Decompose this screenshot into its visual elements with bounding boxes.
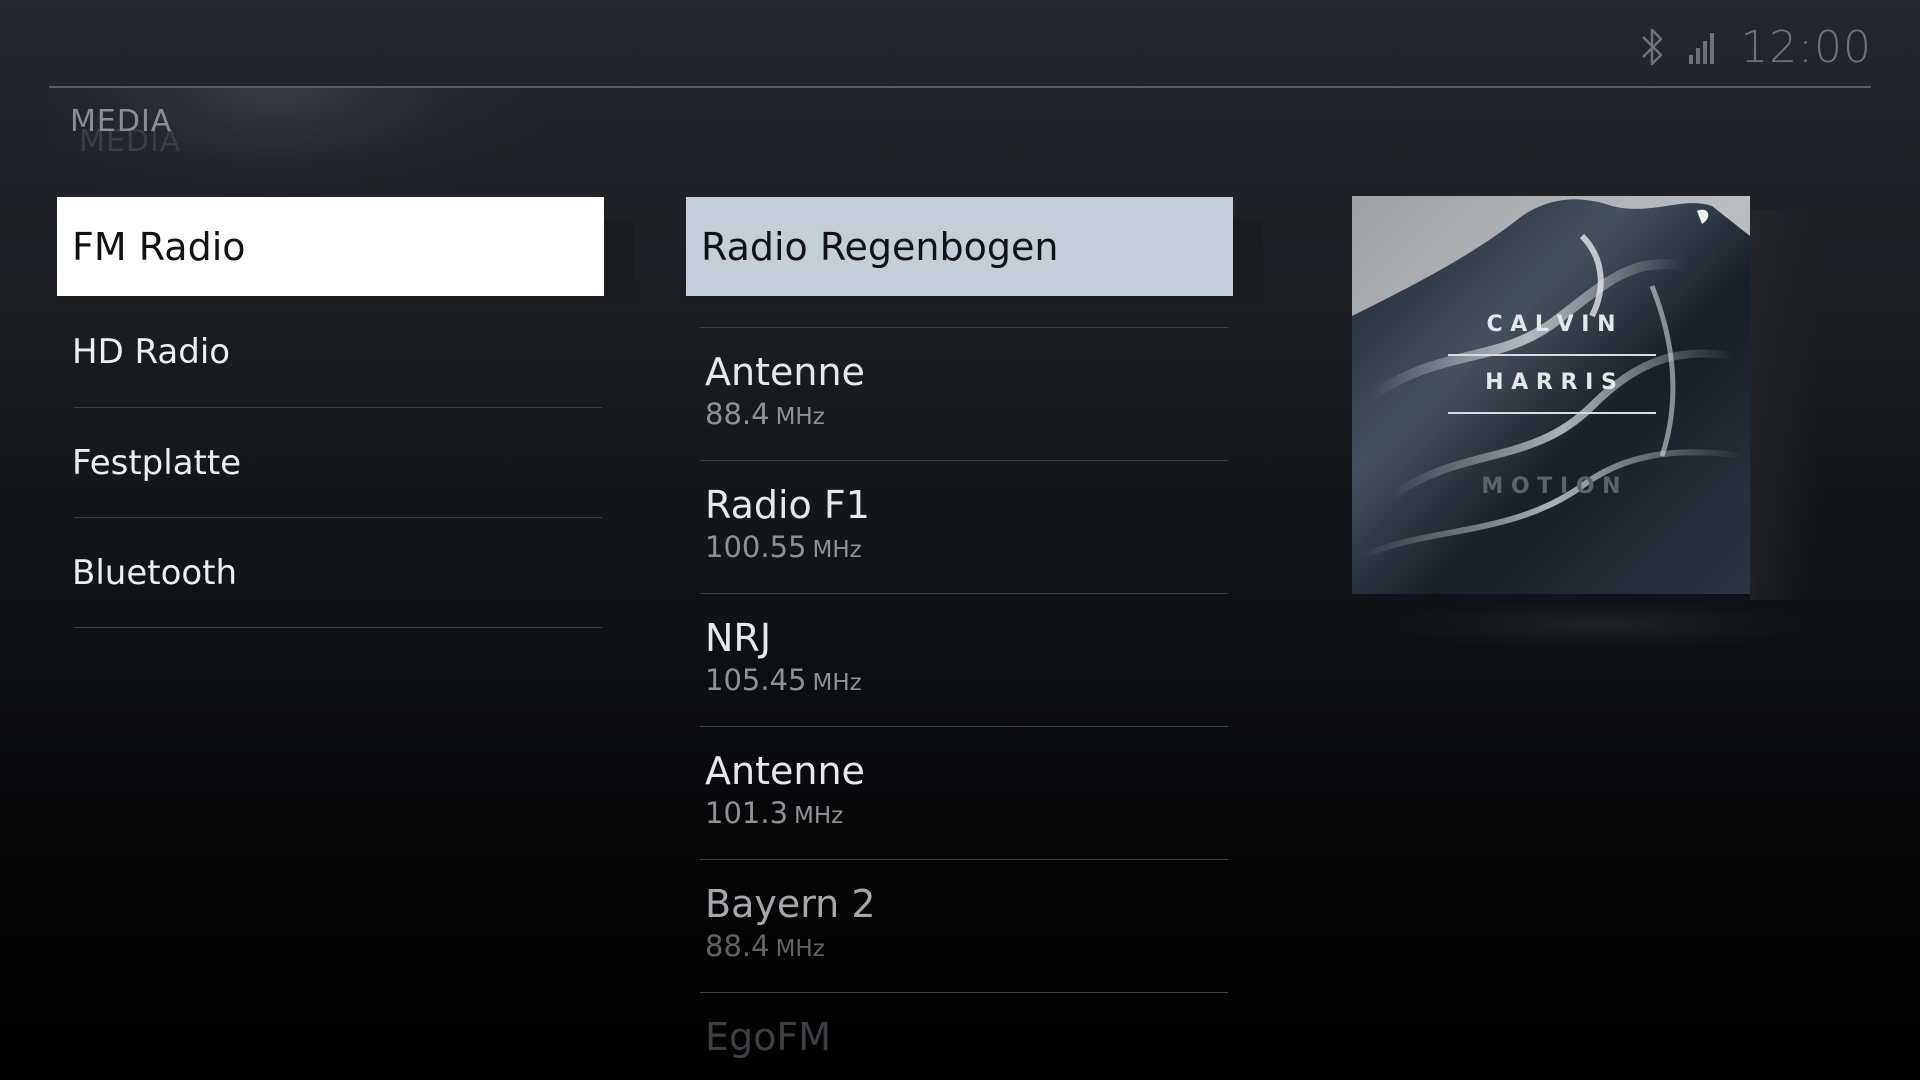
- station-item[interactable]: EgoFM: [700, 992, 1228, 1080]
- album-title: M O T I O N: [1481, 474, 1621, 499]
- source-item-fm-radio[interactable]: FM Radio: [57, 197, 604, 296]
- source-menu: FM Radio HD Radio Festplatte Bluetooth: [57, 197, 604, 628]
- frequency-unit: MHz: [812, 670, 862, 696]
- station-frequency-value: 100.55: [705, 530, 807, 564]
- album-title-rule: [1448, 354, 1656, 356]
- station-name: Antenne: [705, 350, 865, 394]
- album-art-shadow: [1750, 210, 1820, 600]
- album-art-reflection: [1380, 600, 1820, 650]
- current-station-label: Radio Regenbogen: [701, 224, 1059, 269]
- station-item[interactable]: Antenne 88.4 MHz: [700, 327, 1228, 460]
- station-frequency-value: 88.4: [705, 929, 770, 963]
- current-station-label-box[interactable]: Radio Regenbogen: [686, 197, 1233, 296]
- station-item[interactable]: Bayern 2 88.4 MHz: [700, 859, 1228, 992]
- source-item-label: FM Radio: [72, 224, 246, 269]
- station-list: Antenne 88.4 MHz Radio F1 100.55 MHz NRJ 1…: [700, 327, 1228, 1080]
- station-name: Bayern 2: [705, 882, 876, 926]
- source-item-bluetooth[interactable]: Bluetooth: [57, 518, 604, 628]
- media-screen: 12:00 MEDIA MEDIA FM Radio HD Radio Fest…: [0, 0, 1920, 1080]
- divider: [74, 627, 602, 628]
- station-name: EgoFM: [705, 1015, 832, 1059]
- station-frequency: 100.55 MHz: [705, 527, 1228, 570]
- station-item[interactable]: NRJ 105.45 MHz: [700, 593, 1228, 726]
- station-name: Radio F1: [705, 483, 870, 527]
- source-item-hd-radio[interactable]: HD Radio: [57, 296, 604, 408]
- frequency-unit: MHz: [812, 537, 862, 563]
- station-frequency: 105.45 MHz: [705, 660, 1228, 703]
- album-artist-line2: H A R R I S: [1485, 370, 1617, 395]
- frequency-unit: MHz: [775, 936, 825, 962]
- source-item-label: Bluetooth: [72, 553, 238, 593]
- station-frequency-value: 88.4: [705, 397, 770, 431]
- frequency-unit: MHz: [775, 404, 825, 430]
- station-item[interactable]: Radio F1 100.55 MHz: [700, 460, 1228, 593]
- station-frequency-value: 105.45: [705, 663, 807, 697]
- clock: 12:00: [1740, 21, 1872, 73]
- source-item-festplatte[interactable]: Festplatte: [57, 408, 604, 518]
- current-station[interactable]: Radio Regenbogen: [686, 197, 1233, 296]
- station-frequency: 101.3 MHz: [705, 793, 1228, 836]
- section-title: MEDIA: [70, 104, 173, 139]
- station-name: Antenne: [705, 749, 865, 793]
- album-cover-image: [1352, 196, 1750, 594]
- station-name: NRJ: [705, 616, 772, 660]
- album-artist-line1: C A L V I N: [1486, 312, 1616, 337]
- album-title-rule: [1448, 412, 1656, 414]
- station-frequency-value: 101.3: [705, 796, 789, 830]
- source-item-label: Festplatte: [72, 443, 242, 483]
- station-frequency: 88.4 MHz: [705, 394, 1228, 437]
- station-item[interactable]: Antenne 101.3 MHz: [700, 726, 1228, 859]
- status-bar: 12:00: [1640, 18, 1872, 76]
- frequency-unit: MHz: [794, 803, 844, 829]
- station-frequency: 88.4 MHz: [705, 926, 1228, 969]
- album-art: C A L V I N H A R R I S M O T I O N: [1352, 196, 1750, 594]
- source-item-label: HD Radio: [72, 332, 231, 372]
- signal-strength-icon: [1688, 29, 1718, 65]
- bluetooth-icon: [1640, 26, 1666, 68]
